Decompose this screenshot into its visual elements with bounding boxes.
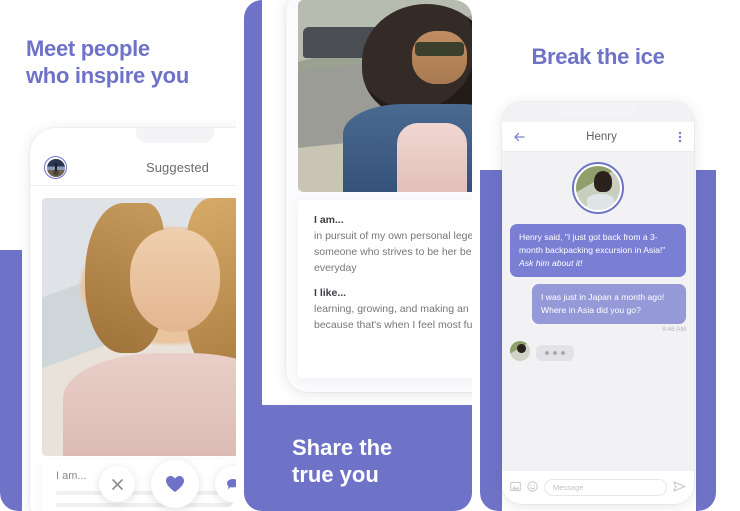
heart-icon (166, 476, 184, 492)
headline-line-1: Meet people (26, 36, 150, 61)
emoji-icon[interactable] (527, 479, 538, 497)
bio-text: because that's when I feel most fulfille… (314, 319, 472, 331)
avatar[interactable] (44, 156, 67, 179)
phone-notch (559, 102, 637, 117)
avatar[interactable] (572, 162, 624, 214)
phone-notch (136, 128, 214, 143)
panel-meet-people: Meet people who inspire you Suggested 72… (0, 0, 236, 511)
phone-mockup-suggested: Suggested 72 I am... (30, 128, 236, 511)
sent-message-bubble: I was just in Japan a month ago! Where i… (532, 284, 686, 325)
bio-heading-i-am: I am... (314, 214, 344, 226)
chat-bubble-icon (227, 478, 236, 489)
message-button[interactable] (215, 466, 236, 502)
headline-line-2: true you (292, 462, 379, 488)
bio-text: learning, growing, and making an impact (314, 303, 472, 316)
panel-share-true-you: I am... in pursuit of my own personal le… (244, 0, 472, 511)
phone-mockup-chat: Henry Henry said, "I just got back from … (502, 102, 694, 504)
close-icon (111, 478, 123, 490)
bio-text: everyday (314, 261, 357, 274)
accent-strip-left (480, 170, 502, 511)
bio-text: someone who strives to be her best (314, 245, 472, 258)
prompt-quote: Henry said, "I just got back from a 3-mo… (519, 232, 666, 256)
typing-indicator (536, 345, 574, 362)
bio-heading-i-like: I like... (314, 287, 347, 300)
page-title: Meet people who inspire you (26, 36, 189, 90)
profile-photo (42, 198, 236, 456)
bio-text: in pursuit of my own personal legend (314, 230, 472, 242)
profile-photo (298, 0, 472, 192)
profile-bio: I am... in pursuit of my own personal le… (298, 200, 472, 378)
page-title: Break the ice (480, 44, 716, 71)
accent-strip-left (0, 250, 22, 511)
send-icon[interactable] (673, 479, 686, 497)
page-title: Share the true you (292, 435, 392, 489)
overflow-menu-icon[interactable] (678, 131, 682, 143)
contact-name: Henry (586, 130, 617, 143)
panel-break-the-ice: Break the ice Henry Henry said, "I just … (480, 0, 716, 511)
page-title-suggested: Suggested (145, 160, 210, 175)
phone-mockup-profile: I am... in pursuit of my own personal le… (286, 0, 472, 392)
app-header: Suggested 72 (30, 150, 236, 186)
typing-indicator-row (510, 341, 686, 362)
headline-line-2: who inspire you (26, 62, 189, 88)
like-button[interactable] (151, 460, 199, 508)
message-input[interactable]: Message (544, 479, 667, 496)
headline-line-1: Break the ice (531, 44, 665, 69)
message-composer: Message (502, 470, 694, 504)
back-arrow-icon[interactable] (514, 132, 525, 142)
chat-header: Henry (502, 122, 694, 152)
prompt-cta: Ask him about it! (519, 258, 583, 269)
image-attach-icon[interactable] (510, 479, 521, 497)
screenshot-gallery: Meet people who inspire you Suggested 72… (0, 0, 740, 511)
accent-strip-right (696, 170, 716, 511)
action-buttons (30, 460, 236, 508)
chat-messages[interactable]: Henry said, "I just got back from a 3-mo… (502, 152, 694, 470)
dismiss-button[interactable] (99, 466, 135, 502)
headline-line-1: Share the (292, 435, 393, 461)
message-timestamp: 8:46 AM (662, 326, 686, 334)
avatar (510, 341, 530, 362)
icebreaker-prompt-bubble: Henry said, "I just got back from a 3-mo… (510, 224, 686, 278)
